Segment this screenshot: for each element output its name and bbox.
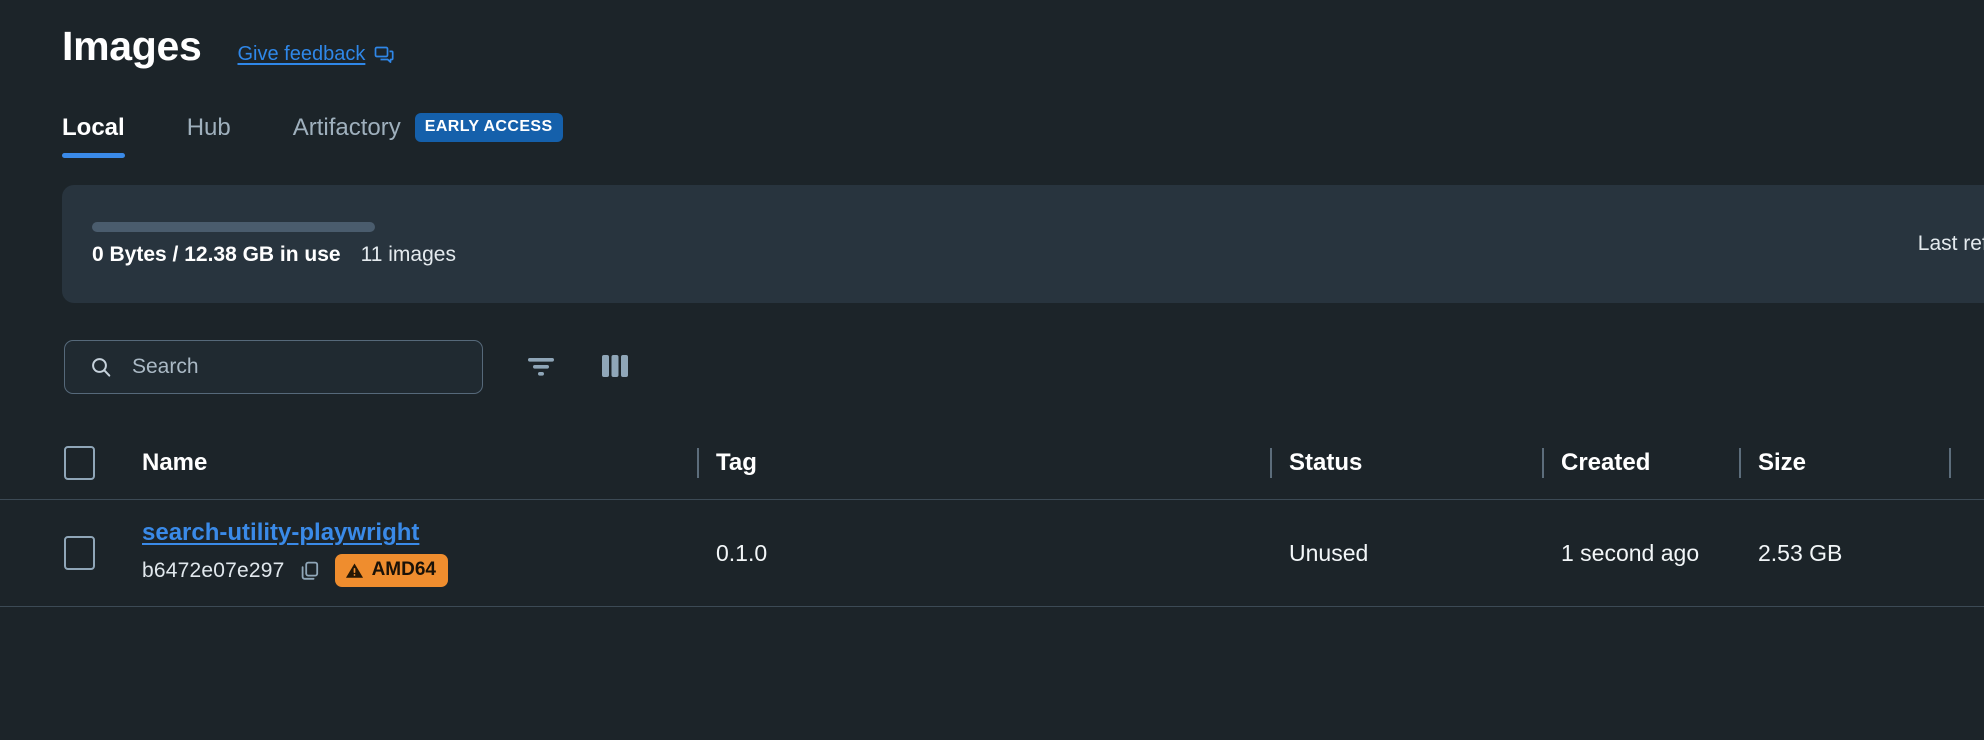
search-box[interactable] <box>64 340 483 395</box>
copy-icon[interactable] <box>299 560 321 582</box>
table-row[interactable]: search-utility-playwright b6472e07e297 A… <box>0 500 1984 608</box>
architecture-badge: AMD64 <box>334 554 448 588</box>
image-name-link[interactable]: search-utility-playwright <box>142 519 448 547</box>
image-id: b6472e07e297 <box>142 558 285 582</box>
row-size-value: 2.53 GB <box>1758 539 1843 566</box>
search-icon <box>89 355 113 379</box>
column-header-size[interactable]: Size <box>1758 449 1968 477</box>
images-table: Name Tag Status Created Size search-util… <box>0 426 1984 608</box>
early-access-badge: EARLY ACCESS <box>414 113 563 143</box>
row-tag-cell: 0.1.0 <box>716 540 1289 567</box>
row-created-value: 1 second ago <box>1561 539 1700 566</box>
storage-summary-left: 0 Bytes / 12.38 GB in use 11 images <box>62 221 456 267</box>
architecture-badge-label: AMD64 <box>371 559 436 581</box>
images-tabs: Local Hub Artifactory EARLY ACCESS <box>0 69 1984 159</box>
tab-hub[interactable]: Hub <box>187 114 263 158</box>
image-meta: b6472e07e297 AMD64 <box>142 554 448 588</box>
row-checkbox[interactable] <box>64 536 95 571</box>
row-name-cell: search-utility-playwright b6472e07e297 A… <box>142 519 716 588</box>
storage-summary-card: 0 Bytes / 12.38 GB in use 11 images Last… <box>62 185 1984 304</box>
tab-hub-label: Hub <box>186 114 231 142</box>
last-refresh-label: Last refresh: 4 <box>1917 232 1984 256</box>
tab-artifactory[interactable]: Artifactory EARLY ACCESS <box>293 113 563 158</box>
warning-triangle-icon <box>345 561 364 580</box>
column-header-status-label: Status <box>1289 448 1363 476</box>
row-status-value: Unused <box>1289 539 1369 566</box>
select-all-checkbox[interactable] <box>64 445 95 480</box>
select-all-cell <box>64 445 142 480</box>
give-feedback-label: Give feedback <box>237 43 366 65</box>
column-header-name-label: Name <box>142 448 208 476</box>
filter-icon <box>524 353 558 382</box>
storage-summary-text: 0 Bytes / 12.38 GB in use 11 images <box>92 243 456 267</box>
page-title: Images <box>62 23 202 69</box>
images-page: Images Give feedback Local Hub Artifacto… <box>0 0 1984 740</box>
column-header-status[interactable]: Status <box>1289 449 1561 477</box>
column-header-tag[interactable]: Tag <box>716 449 1289 477</box>
columns-button[interactable] <box>589 341 641 393</box>
page-header: Images Give feedback <box>0 0 1984 69</box>
tab-local-label: Local <box>62 114 125 142</box>
column-header-name[interactable]: Name <box>142 449 716 477</box>
column-header-size-label: Size <box>1758 448 1807 476</box>
row-status-cell: Unused <box>1289 540 1561 567</box>
column-header-created[interactable]: Created <box>1561 449 1758 477</box>
tab-local[interactable]: Local <box>62 114 125 159</box>
search-input[interactable] <box>113 355 482 380</box>
table-header-row: Name Tag Status Created Size <box>0 426 1984 501</box>
row-size-cell: 2.53 GB <box>1758 540 1968 567</box>
row-created-cell: 1 second ago <box>1561 540 1758 567</box>
columns-icon <box>599 352 631 383</box>
table-toolbar <box>0 303 1984 395</box>
give-feedback-link[interactable]: Give feedback <box>238 43 395 66</box>
column-header-tag-label: Tag <box>716 448 757 476</box>
row-tag-value: 0.1.0 <box>716 539 768 566</box>
row-select-cell <box>64 536 142 571</box>
storage-progress-bar <box>92 221 375 232</box>
images-count-label: 11 images <box>360 242 456 266</box>
chat-bubble-icon <box>374 45 394 65</box>
column-header-created-label: Created <box>1561 448 1651 476</box>
storage-usage-label: 0 Bytes / 12.38 GB in use <box>92 242 341 266</box>
filter-button[interactable] <box>515 341 567 393</box>
tab-artifactory-label: Artifactory <box>292 113 401 141</box>
